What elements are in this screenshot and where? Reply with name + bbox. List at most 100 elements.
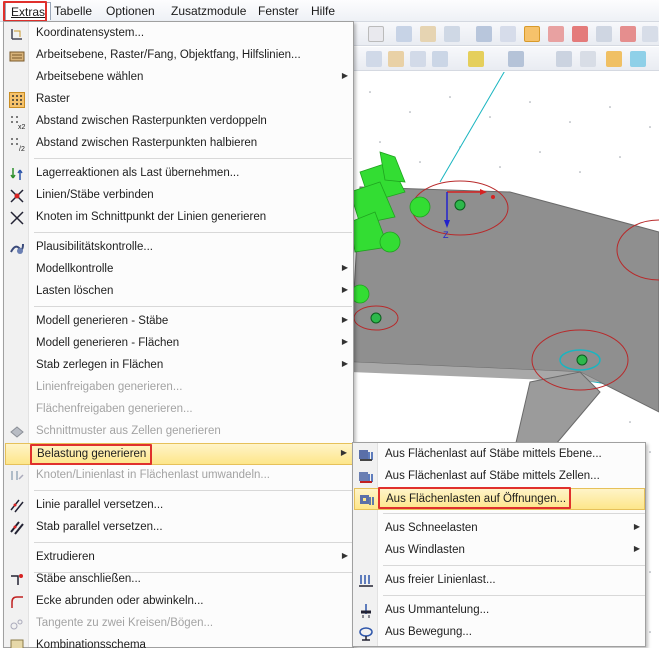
menu-item-flaechenfreigaben: Flächenfreigaben generieren... — [5, 399, 353, 421]
menu-tabelle[interactable]: Tabelle — [49, 2, 97, 20]
menu-item-extrudieren[interactable]: Extrudieren ▶ — [5, 547, 353, 569]
toolbar-button[interactable] — [524, 26, 540, 42]
connect-members-icon — [9, 572, 25, 588]
menu-item-label: Knoten im Schnittpunkt der Linien generi… — [36, 211, 267, 223]
menu-item-label: Belastung generieren — [37, 448, 147, 460]
toolbar-button[interactable] — [410, 51, 426, 67]
submenu-arrow-icon: ▶ — [341, 285, 348, 294]
intersection-node-icon — [9, 210, 25, 226]
menu-item-knoten-schnittpunkt[interactable]: Knoten im Schnittpunkt der Linien generi… — [5, 207, 353, 229]
toolbar-button[interactable] — [508, 51, 524, 67]
toolbar-button[interactable] — [476, 26, 492, 42]
submenu-item-schneelasten[interactable]: Aus Schneelasten ▶ — [354, 518, 645, 540]
toolbar-button[interactable] — [642, 26, 658, 42]
submenu-item-windlasten[interactable]: Aus Windlasten ▶ — [354, 540, 645, 562]
menu-item-label: Aus Flächenlast auf Stäbe mittels Zellen… — [385, 470, 600, 482]
toolbar-button[interactable] — [388, 51, 404, 67]
menu-item-plausibilitaet[interactable]: Plausibilitätskontrolle... — [5, 237, 353, 259]
coordinate-system-icon — [9, 26, 25, 42]
menu-item-ecke-abrunden[interactable]: Ecke abrunden oder abwinkeln... — [5, 591, 353, 613]
menu-item-label: Raster — [36, 93, 70, 105]
submenu-arrow-icon: ▶ — [341, 359, 348, 368]
menu-item-knoten-linienlast: Knoten/Linienlast in Flächenlast umwande… — [5, 465, 353, 487]
menu-item-modell-flaechen[interactable]: Modell generieren - Flächen ▶ — [5, 333, 353, 355]
menu-item-lasten-loeschen[interactable]: Lasten löschen ▶ — [5, 281, 353, 303]
toolbar-button[interactable] — [444, 26, 460, 42]
toolbar-button[interactable] — [548, 26, 564, 42]
submenu-arrow-icon: ▶ — [340, 448, 347, 457]
svg-text:/2: /2 — [19, 146, 25, 152]
extras-menu: Koordinatensystem... Arbeitsebene, Raste… — [3, 21, 354, 648]
menu-item-lagerreaktionen[interactable]: Lagerreaktionen als Last übernehmen... — [5, 163, 353, 185]
toolbar-button[interactable] — [396, 26, 412, 42]
toolbar-button[interactable] — [630, 51, 646, 67]
menu-item-label: Ecke abrunden oder abwinkeln... — [36, 595, 204, 607]
toolbar-second — [350, 47, 659, 71]
grid-half-icon: /2 — [9, 136, 25, 153]
toolbar-button[interactable] — [572, 26, 588, 42]
submenu-arrow-icon: ▶ — [341, 263, 348, 272]
menu-separator — [34, 158, 352, 159]
toolbar-button[interactable] — [580, 51, 596, 67]
submenu-arrow-icon: ▶ — [633, 544, 640, 553]
menu-item-staebe-anschliessen[interactable]: Stäbe anschließen... — [5, 569, 353, 591]
menu-item-stab-zerlegen[interactable]: Stab zerlegen in Flächen ▶ — [5, 355, 353, 377]
cutting-pattern-icon — [9, 424, 25, 440]
toolbar-button[interactable] — [432, 51, 448, 67]
submenu-item-bewegung[interactable]: Aus Bewegung... — [354, 622, 645, 644]
menu-item-label: Aus Bewegung... — [385, 626, 472, 638]
toolbar-button[interactable] — [620, 26, 636, 42]
toolbar-button[interactable] — [556, 51, 572, 67]
menu-separator — [383, 565, 645, 566]
menu-item-label: Aus Windlasten — [385, 544, 465, 556]
toolbar-button[interactable] — [606, 51, 622, 67]
menu-item-belastung-generieren[interactable]: Belastung generieren ▶ — [5, 443, 353, 465]
toolbar-button[interactable] — [468, 51, 484, 67]
menu-item-label: Flächenfreigaben generieren... — [36, 403, 193, 415]
toolbar-button[interactable] — [500, 26, 516, 42]
menu-hilfe[interactable]: Hilfe — [306, 2, 340, 20]
submenu-item-flaechenlast-ebene[interactable]: Aus Flächenlast auf Stäbe mittels Ebene.… — [354, 444, 645, 466]
menu-item-label: Kombinationsschema — [36, 639, 146, 648]
menu-item-label: Lasten löschen — [36, 285, 114, 297]
menu-item-label: Tangente zu zwei Kreisen/Bögen... — [36, 617, 214, 629]
combination-icon — [9, 638, 25, 648]
convert-load-icon — [9, 468, 25, 484]
plausibility-check-icon — [9, 240, 25, 256]
menu-item-label: Aus freier Linienlast... — [385, 574, 496, 586]
menu-item-linie-parallel[interactable]: Linie parallel versetzen... — [5, 495, 353, 517]
menu-zusatzmodule[interactable]: Zusatzmodule — [166, 2, 251, 20]
menu-item-modellkontrolle[interactable]: Modellkontrolle ▶ — [5, 259, 353, 281]
menu-item-kombinationsschema[interactable]: Kombinationsschema — [5, 635, 353, 648]
menu-extras[interactable]: Extras — [5, 2, 52, 20]
menu-item-stab-parallel[interactable]: Stab parallel versetzen... — [5, 517, 353, 539]
submenu-item-flaechenlasten-oeffnungen[interactable]: Aus Flächenlasten auf Öffnungen... — [354, 488, 645, 510]
menu-item-arbeitsebene-waehlen[interactable]: Arbeitsebene wählen ▶ — [5, 67, 353, 89]
menu-fenster[interactable]: Fenster — [253, 2, 304, 20]
menu-item-label: Aus Ummantelung... — [385, 604, 490, 616]
toolbar-button[interactable] — [366, 51, 382, 67]
menu-item-modell-staebe[interactable]: Modell generieren - Stäbe ▶ — [5, 311, 353, 333]
submenu-item-freie-linienlast[interactable]: Aus freier Linienlast... — [354, 570, 645, 592]
toolbar-button[interactable] — [596, 26, 612, 42]
toolbar-button[interactable] — [420, 26, 436, 42]
encasement-icon — [358, 603, 374, 619]
menu-item-koordinatensystem[interactable]: Koordinatensystem... — [5, 23, 353, 45]
menu-item-arbeitsebene-raster[interactable]: Arbeitsebene, Raster/Fang, Objektfang, H… — [5, 45, 353, 67]
area-load-openings-icon — [359, 492, 375, 508]
menu-optionen[interactable]: Optionen — [101, 2, 160, 20]
submenu-item-ummantelung[interactable]: Aus Ummantelung... — [354, 600, 645, 622]
menu-item-raster-halbieren[interactable]: /2 Abstand zwischen Rasterpunkten halbie… — [5, 133, 353, 155]
menu-item-linien-verbinden[interactable]: Linien/Stäbe verbinden — [5, 185, 353, 207]
menu-item-raster[interactable]: Raster — [5, 89, 353, 111]
area-load-cells-icon — [358, 469, 374, 485]
menu-item-raster-verdoppeln[interactable]: x2 Abstand zwischen Rasterpunkten verdop… — [5, 111, 353, 133]
submenu-arrow-icon: ▶ — [341, 337, 348, 346]
z-axis-label: Z — [443, 230, 449, 240]
submenu-arrow-icon: ▶ — [341, 71, 348, 80]
submenu-item-flaechenlast-zellen[interactable]: Aus Flächenlast auf Stäbe mittels Zellen… — [354, 466, 645, 488]
grid-double-icon: x2 — [9, 114, 26, 131]
work-plane-icon — [9, 48, 25, 64]
toolbar-button[interactable] — [368, 26, 384, 42]
menu-item-label: Modell generieren - Stäbe — [36, 315, 169, 327]
